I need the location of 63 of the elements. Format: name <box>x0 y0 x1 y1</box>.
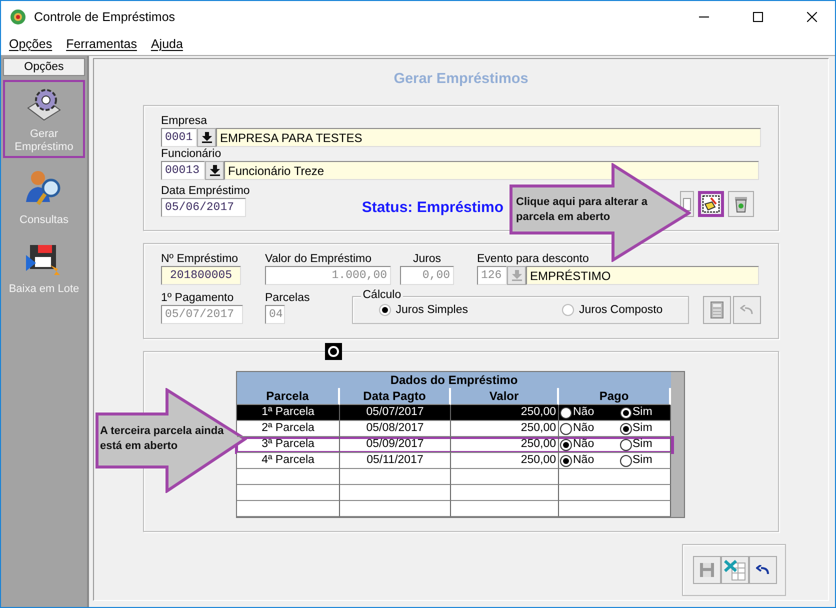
table-row[interactable]: 3ª Parcela 05/09/2017 250,00 Não Sim <box>237 437 671 453</box>
sidebar-header: Opções <box>3 58 85 76</box>
status-text: Status: Empréstimo <box>362 199 504 216</box>
input-field[interactable]: 201800005 <box>161 266 241 285</box>
undo-icon <box>740 305 754 315</box>
menu-item[interactable]: Opções <box>9 37 52 51</box>
menu-item[interactable]: Ajuda <box>150 37 183 51</box>
name-field: Funcionário Treze <box>224 161 759 180</box>
lookup-button[interactable] <box>197 128 216 147</box>
download-arrow-icon <box>512 270 522 281</box>
field-label: Nº Empréstimo <box>161 252 240 266</box>
table-row[interactable]: 4ª Parcela 05/11/2017 250,00 Não Sim <box>237 453 671 469</box>
radio-option[interactable]: Sim <box>620 421 669 436</box>
trash-icon <box>732 195 749 213</box>
name-field: EMPRESA PARA TESTES <box>216 128 761 147</box>
table-cell: 05/08/2017 <box>340 421 451 437</box>
field-label: Valor do Empréstimo <box>265 252 373 266</box>
undo-button[interactable] <box>749 556 777 584</box>
group-label: Cálculo <box>360 289 404 301</box>
field-label: 1º Pagamento <box>161 291 235 305</box>
field-label: Evento para desconto <box>477 252 590 266</box>
radio-option[interactable]: Não <box>560 405 610 420</box>
radio-marker-icon <box>325 343 342 360</box>
radio-option[interactable]: Não <box>560 421 610 436</box>
radio-option[interactable]: Juros Simples <box>378 304 468 316</box>
callout-text: A terceira parcela ainda está em aberto <box>100 424 225 454</box>
close-icon <box>807 12 817 22</box>
menu-item[interactable]: Ferramentas <box>66 37 137 51</box>
page-icon <box>682 198 691 210</box>
table-row[interactable]: 1ª Parcela 05/07/2017 250,00 Não Sim <box>237 405 671 421</box>
calculator-icon <box>710 301 724 319</box>
table-title: Dados do Empréstimo <box>237 372 671 388</box>
radio-option[interactable]: Sim <box>620 453 669 468</box>
page-title: Gerar Empréstimos <box>394 70 528 89</box>
field-label: Data Empréstimo <box>161 184 250 198</box>
date-field[interactable]: 05/06/2017 <box>161 198 246 217</box>
maximize-icon <box>753 12 763 22</box>
code-field[interactable]: 00013 <box>161 161 205 180</box>
field-label: Empresa <box>161 114 208 128</box>
field-label: Juros <box>412 252 442 266</box>
undo-icon <box>756 565 770 575</box>
toolbar-button[interactable] <box>698 191 724 217</box>
table-cell: 250,00 <box>451 421 559 437</box>
download-arrow-icon <box>210 165 220 176</box>
table-row[interactable]: 2ª Parcela 05/08/2017 250,00 Não Sim <box>237 421 671 437</box>
code-field[interactable]: 0001 <box>161 128 197 147</box>
radio-option[interactable]: Sim <box>620 405 669 420</box>
field-label: Parcelas <box>265 291 310 305</box>
lookup-button[interactable] <box>205 161 224 180</box>
window-title: Controle de Empréstimos <box>34 10 176 24</box>
radio-option[interactable]: Não <box>560 437 610 452</box>
app-icon <box>10 9 26 25</box>
radio-option[interactable]: Juros Composto <box>562 304 663 316</box>
field-label: Funcionário <box>161 147 222 161</box>
spreadsheet-icon <box>724 559 746 581</box>
minimize-icon <box>699 16 709 18</box>
calculator-button[interactable] <box>703 296 731 324</box>
name-field: EMPRÉSTIMO <box>526 266 759 285</box>
hand-edit-icon <box>702 195 720 213</box>
radio-option[interactable]: Não <box>560 453 610 468</box>
radio-option[interactable]: Sim <box>620 437 669 452</box>
download-arrow-icon <box>202 132 212 143</box>
callout-text: Clique aqui para alterar a parcela em aberto <box>516 195 648 225</box>
